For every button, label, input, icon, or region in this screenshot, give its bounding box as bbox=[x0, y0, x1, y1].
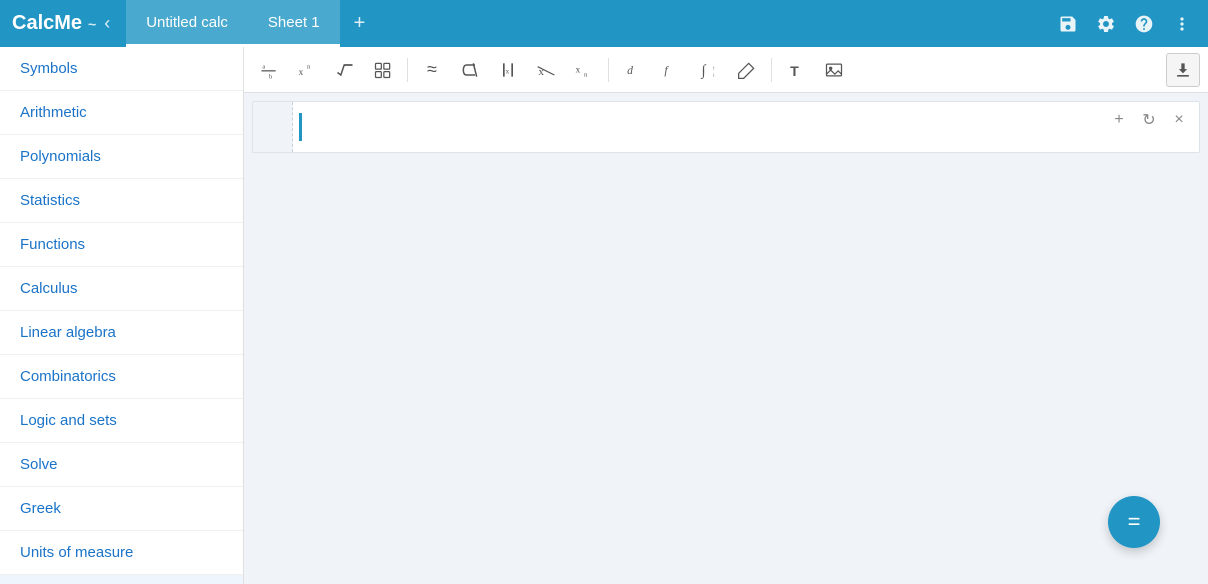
svg-text:d: d bbox=[627, 64, 633, 77]
cell-gutter-1 bbox=[253, 102, 293, 152]
sidebar: Symbols Arithmetic Polynomials Statistic… bbox=[0, 47, 244, 584]
svg-text:∫: ∫ bbox=[701, 63, 708, 79]
sidebar-item-greek-label: Greek bbox=[20, 500, 61, 517]
app-logo: CalcMe ~ bbox=[12, 12, 96, 35]
cell-refresh-button[interactable]: ↻ bbox=[1137, 108, 1161, 132]
svg-text:n: n bbox=[307, 63, 311, 70]
formula-toolbar: ab xn ≈ x bbox=[244, 47, 1208, 93]
svg-text:T: T bbox=[790, 63, 799, 79]
sheet-area[interactable]: + ↻ × = bbox=[244, 93, 1208, 584]
tab-sheet1[interactable]: Sheet 1 bbox=[248, 0, 340, 47]
sidebar-item-polynomials-label: Polynomials bbox=[20, 148, 101, 165]
add-icon: + bbox=[1114, 111, 1123, 129]
approx-icon: ≈ bbox=[427, 59, 437, 80]
strikethrough-button[interactable]: x bbox=[529, 53, 563, 87]
toolbar-divider-1 bbox=[407, 58, 408, 82]
logo-text: CalcMe bbox=[12, 12, 82, 35]
svg-text:x: x bbox=[506, 66, 510, 75]
svg-text:n: n bbox=[584, 71, 588, 78]
sidebar-item-greek[interactable]: Greek bbox=[0, 487, 243, 531]
svg-text:a: a bbox=[262, 63, 265, 70]
text-insert-button[interactable]: T bbox=[779, 53, 813, 87]
content-area: ab xn ≈ x bbox=[244, 47, 1208, 584]
sidebar-item-combinatorics-label: Combinatorics bbox=[20, 368, 116, 385]
svg-text:x: x bbox=[299, 67, 304, 77]
svg-text:↑: ↑ bbox=[712, 66, 715, 72]
sidebar-item-logic-and-sets-label: Logic and sets bbox=[20, 412, 117, 429]
cell-close-button[interactable]: × bbox=[1167, 108, 1191, 132]
sidebar-item-units-of-measure-label: Units of measure bbox=[20, 544, 133, 561]
sidebar-item-logic-and-sets[interactable]: Logic and sets bbox=[0, 399, 243, 443]
image-insert-button[interactable] bbox=[817, 53, 851, 87]
sidebar-item-statistics-label: Statistics bbox=[20, 192, 80, 209]
sidebar-item-solve-label: Solve bbox=[20, 456, 58, 473]
insert-formula-fab[interactable]: = bbox=[1108, 496, 1160, 548]
superscript-button[interactable]: xn bbox=[290, 53, 324, 87]
sidebar-item-polynomials[interactable]: Polynomials bbox=[0, 135, 243, 179]
subscript-button[interactable]: xn bbox=[567, 53, 601, 87]
tab-sheet1-label: Sheet 1 bbox=[268, 14, 320, 31]
approx-button[interactable]: ≈ bbox=[415, 53, 449, 87]
sidebar-item-functions-label: Functions bbox=[20, 236, 85, 253]
svg-text:f: f bbox=[664, 64, 669, 77]
sidebar-item-functions[interactable]: Functions bbox=[0, 223, 243, 267]
toolbar-divider-2 bbox=[608, 58, 609, 82]
toolbar-end-section bbox=[1166, 53, 1200, 87]
fraction-button[interactable]: ab bbox=[252, 53, 286, 87]
sidebar-item-linear-algebra-label: Linear algebra bbox=[20, 324, 116, 341]
refresh-icon: ↻ bbox=[1142, 110, 1155, 130]
sidebar-item-solve[interactable]: Solve bbox=[0, 443, 243, 487]
add-tab-button[interactable]: + bbox=[340, 0, 380, 47]
svg-text:↓: ↓ bbox=[712, 72, 715, 78]
header-actions bbox=[1054, 10, 1196, 38]
sidebar-item-graphics[interactable]: Graphics bbox=[0, 575, 243, 584]
sidebar-item-units-of-measure[interactable]: Units of measure bbox=[0, 531, 243, 575]
sidebar-item-symbols[interactable]: Symbols bbox=[0, 47, 243, 91]
cell-row-1: + ↻ × bbox=[252, 101, 1200, 153]
add-tab-icon: + bbox=[354, 12, 366, 35]
help-button[interactable] bbox=[1130, 10, 1158, 38]
document-title: Untitled calc bbox=[146, 14, 228, 31]
settings-button[interactable] bbox=[1092, 10, 1120, 38]
sidebar-item-calculus-label: Calculus bbox=[20, 280, 78, 297]
app-header: CalcMe ~ ‹ Untitled calc Sheet 1 + bbox=[0, 0, 1208, 47]
sidebar-item-calculus[interactable]: Calculus bbox=[0, 267, 243, 311]
svg-text:x: x bbox=[576, 64, 581, 74]
fab-icon: = bbox=[1128, 509, 1141, 535]
svg-text:b: b bbox=[269, 73, 273, 80]
function-button[interactable]: f bbox=[654, 53, 688, 87]
cell-cursor bbox=[299, 113, 302, 141]
export-button[interactable] bbox=[1166, 53, 1200, 87]
cell-content-1[interactable] bbox=[293, 102, 1199, 152]
sidebar-item-arithmetic-label: Arithmetic bbox=[20, 104, 87, 121]
sidebar-item-symbols-label: Symbols bbox=[20, 60, 78, 77]
cell-add-button[interactable]: + bbox=[1107, 108, 1131, 132]
sidebar-item-arithmetic[interactable]: Arithmetic bbox=[0, 91, 243, 135]
document-title-tab[interactable]: Untitled calc bbox=[126, 0, 248, 47]
toolbar-divider-3 bbox=[771, 58, 772, 82]
sidebar-item-combinatorics[interactable]: Combinatorics bbox=[0, 355, 243, 399]
main-layout: Symbols Arithmetic Polynomials Statistic… bbox=[0, 47, 1208, 584]
derivative-button[interactable]: d bbox=[616, 53, 650, 87]
sidebar-item-statistics[interactable]: Statistics bbox=[0, 179, 243, 223]
more-menu-button[interactable] bbox=[1168, 10, 1196, 38]
tab-bar: Untitled calc Sheet 1 + bbox=[126, 0, 1054, 47]
not-subset-button[interactable] bbox=[453, 53, 487, 87]
edit-button[interactable] bbox=[730, 53, 764, 87]
matrix-button[interactable] bbox=[366, 53, 400, 87]
integral-button[interactable]: ∫ ↑↓ bbox=[692, 53, 726, 87]
close-icon: × bbox=[1174, 111, 1183, 129]
sidebar-item-linear-algebra[interactable]: Linear algebra bbox=[0, 311, 243, 355]
sqrt-button[interactable] bbox=[328, 53, 362, 87]
cell-action-bar: + ↻ × bbox=[1107, 108, 1191, 132]
abs-value-button[interactable]: x bbox=[491, 53, 525, 87]
logo-icon: ~ bbox=[88, 16, 96, 32]
collapse-sidebar-button[interactable]: ‹ bbox=[104, 13, 110, 34]
save-button[interactable] bbox=[1054, 10, 1082, 38]
